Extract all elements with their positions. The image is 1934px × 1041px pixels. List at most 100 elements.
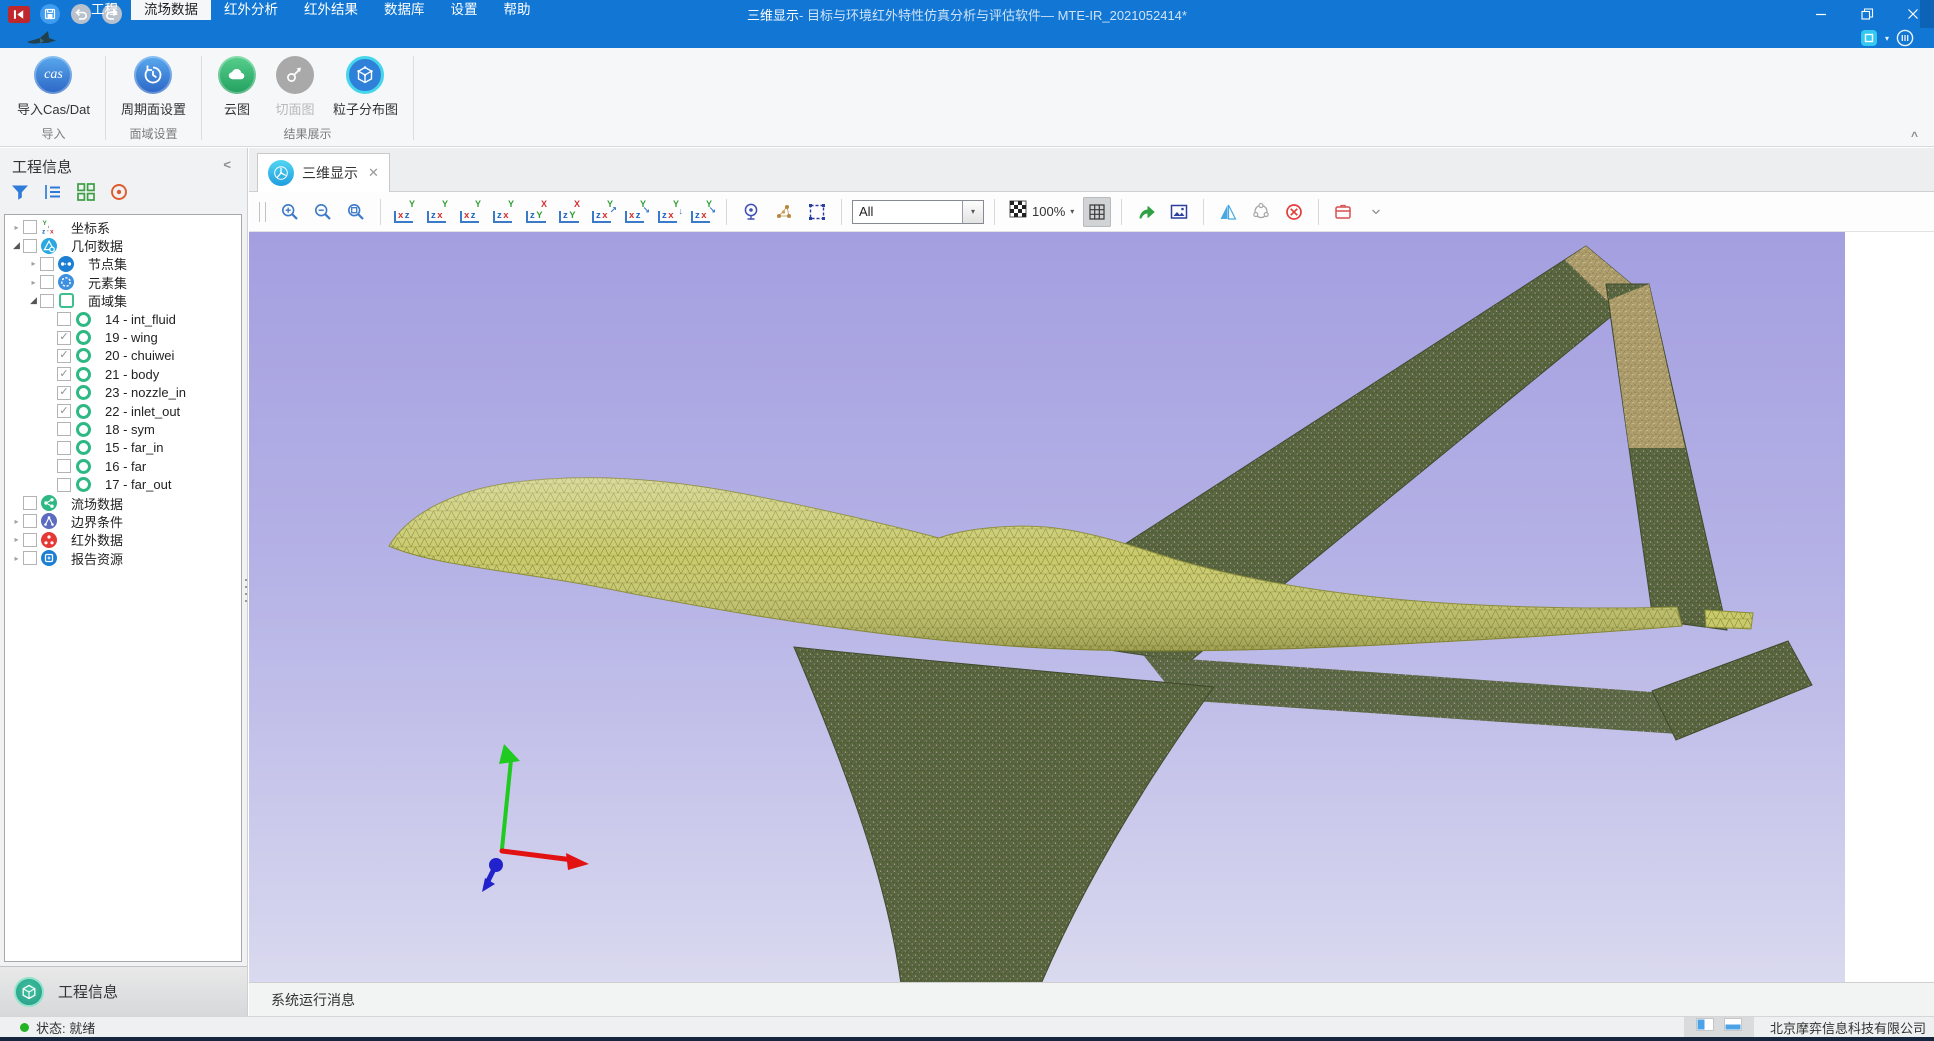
view-left-button[interactable]: Yxz bbox=[457, 199, 485, 225]
tree-row-4[interactable]: ◢面域集 bbox=[5, 292, 241, 310]
tree-checkbox[interactable] bbox=[57, 459, 71, 473]
layout-bottom-button[interactable] bbox=[1724, 1018, 1742, 1036]
tree-row-18[interactable]: ▸报告资源 bbox=[5, 549, 241, 567]
viewport-3d[interactable] bbox=[249, 232, 1845, 982]
tree-row-7[interactable]: ✓20 - chuiwei bbox=[5, 347, 241, 365]
tree-row-10[interactable]: ✓22 - inlet_out bbox=[5, 402, 241, 420]
menu-tab-4[interactable]: 数据库 bbox=[371, 0, 438, 20]
panel-collapse-icon[interactable]: < bbox=[223, 157, 231, 172]
tree-checkbox[interactable] bbox=[40, 275, 54, 289]
snapshot-button[interactable] bbox=[1165, 197, 1193, 227]
tab-close-icon[interactable]: ✕ bbox=[368, 165, 379, 181]
probe-button[interactable] bbox=[737, 197, 765, 227]
tree-row-14[interactable]: 17 - far_out bbox=[5, 475, 241, 493]
menu-tab-6[interactable]: 帮助 bbox=[491, 0, 544, 20]
menu-tab-2[interactable]: 红外分析 bbox=[211, 0, 291, 20]
theme-dropdown[interactable]: ▾ bbox=[1885, 34, 1889, 43]
zoom-in-button[interactable] bbox=[276, 197, 304, 227]
tree-row-5[interactable]: 14 - int_fluid bbox=[5, 310, 241, 328]
view-iso-3-button[interactable]: Yzx↓ bbox=[655, 199, 683, 225]
ribbon-button-particle-distribution[interactable]: 粒子分布图 bbox=[324, 53, 407, 122]
account-button[interactable] bbox=[1896, 29, 1914, 47]
tree-checkbox[interactable] bbox=[23, 239, 37, 253]
tree-row-1[interactable]: ◢几何数据 bbox=[5, 236, 241, 254]
tree-checkbox[interactable]: ✓ bbox=[57, 367, 71, 381]
zoom-out-button[interactable] bbox=[309, 197, 337, 227]
tree-expand-icon[interactable]: ▸ bbox=[11, 517, 22, 526]
ribbon-collapse-icon[interactable]: ^ bbox=[1911, 129, 1918, 143]
tree-row-11[interactable]: 18 - sym bbox=[5, 420, 241, 438]
tree-row-13[interactable]: 16 - far bbox=[5, 457, 241, 475]
ribbon-button-section-plane[interactable]: 切面图 bbox=[266, 53, 324, 122]
tree-expand-icon[interactable]: ◢ bbox=[28, 295, 39, 306]
tree-checkbox[interactable] bbox=[40, 257, 54, 271]
tree-checkbox[interactable] bbox=[57, 441, 71, 455]
tree-row-2[interactable]: ▸节点集 bbox=[5, 255, 241, 273]
view-right-button[interactable]: Yzx bbox=[490, 199, 518, 225]
tree-checkbox[interactable] bbox=[23, 514, 37, 528]
tree-checkbox[interactable]: ✓ bbox=[57, 349, 71, 363]
tree-row-12[interactable]: 15 - far_in bbox=[5, 439, 241, 457]
tree-checkbox[interactable] bbox=[57, 478, 71, 492]
tree-row-0[interactable]: ▸Yzx坐标系 bbox=[5, 218, 241, 236]
menu-tab-0[interactable]: 工程 bbox=[78, 0, 131, 20]
tree-checkbox[interactable] bbox=[23, 496, 37, 510]
tree-expand-icon[interactable]: ▸ bbox=[11, 554, 22, 563]
clip-box-button[interactable] bbox=[1329, 197, 1357, 227]
minimize-button[interactable] bbox=[1812, 5, 1830, 23]
export-view-button[interactable] bbox=[1132, 197, 1160, 227]
nodes-display-button[interactable] bbox=[770, 197, 798, 227]
group-view-button[interactable] bbox=[75, 181, 97, 203]
clip-box-dropdown[interactable] bbox=[1362, 197, 1390, 227]
tree-checkbox[interactable]: ✓ bbox=[57, 331, 71, 345]
mesh-display-button[interactable] bbox=[1247, 197, 1275, 227]
tree-checkbox[interactable] bbox=[23, 220, 37, 234]
tree-row-6[interactable]: ✓19 - wing bbox=[5, 328, 241, 346]
menu-tab-3[interactable]: 红外结果 bbox=[291, 0, 371, 20]
tree-checkbox[interactable]: ✓ bbox=[57, 386, 71, 400]
layout-left-button[interactable] bbox=[1696, 1018, 1714, 1036]
tree-checkbox[interactable]: ✓ bbox=[57, 404, 71, 418]
view-front-button[interactable]: Yxz bbox=[391, 199, 419, 225]
tree-checkbox[interactable] bbox=[23, 551, 37, 565]
zoom-percent-control[interactable]: 100%▾ bbox=[1005, 200, 1078, 223]
view-iso-2-button[interactable]: Yxz↘ bbox=[622, 199, 650, 225]
tree-row-17[interactable]: ▸红外数据 bbox=[5, 531, 241, 549]
outline-button[interactable] bbox=[42, 181, 64, 203]
view-iso-1-button[interactable]: Yzx↗ bbox=[589, 199, 617, 225]
cancel-button[interactable] bbox=[1280, 197, 1308, 227]
view-iso-4-button[interactable]: Yzx↘ bbox=[688, 199, 716, 225]
toolbar-drag-handle[interactable] bbox=[259, 202, 266, 222]
tree-checkbox[interactable] bbox=[57, 422, 71, 436]
display-filter-combo[interactable]: All▾ bbox=[852, 200, 984, 224]
zoom-caret-icon[interactable]: ▾ bbox=[1070, 207, 1074, 216]
tree-expand-icon[interactable]: ▸ bbox=[28, 278, 39, 287]
tree-expand-icon[interactable]: ▸ bbox=[28, 259, 39, 268]
tree-row-3[interactable]: ▸元素集 bbox=[5, 273, 241, 291]
tree-checkbox[interactable] bbox=[23, 533, 37, 547]
view-top-button[interactable]: XzY bbox=[523, 199, 551, 225]
combo-dropdown-icon[interactable]: ▾ bbox=[962, 201, 983, 223]
view-bottom-button[interactable]: XzY bbox=[556, 199, 584, 225]
menu-tab-1[interactable]: 流场数据 bbox=[131, 0, 211, 20]
view-back-button[interactable]: Yzx bbox=[424, 199, 452, 225]
tree-row-16[interactable]: ▸边界条件 bbox=[5, 512, 241, 530]
box-select-button[interactable] bbox=[803, 197, 831, 227]
tree-expand-icon[interactable]: ▸ bbox=[11, 223, 22, 232]
tree-expand-icon[interactable]: ◢ bbox=[11, 240, 22, 251]
filter-button[interactable] bbox=[9, 181, 31, 203]
mirror-button[interactable] bbox=[1214, 197, 1242, 227]
tree-row-8[interactable]: ✓21 - body bbox=[5, 365, 241, 383]
restore-button[interactable] bbox=[1858, 5, 1876, 23]
ribbon-button-periodic-face[interactable]: 周期面设置 bbox=[112, 53, 195, 122]
ribbon-button-contour-cloud[interactable]: 云图 bbox=[208, 53, 266, 122]
locate-button[interactable] bbox=[108, 181, 130, 203]
tab-3d-view[interactable]: 三维显示 ✕ bbox=[257, 153, 390, 192]
menu-tab-5[interactable]: 设置 bbox=[438, 0, 491, 20]
tree-checkbox[interactable] bbox=[57, 312, 71, 326]
ribbon-button-cas-import[interactable]: cas导入Cas/Dat bbox=[8, 53, 99, 122]
tree-row-9[interactable]: ✓23 - nozzle_in bbox=[5, 384, 241, 402]
zoom-window-button[interactable] bbox=[342, 197, 370, 227]
panel-footer[interactable]: 工程信息 bbox=[0, 966, 248, 1016]
mesh-toggle-button[interactable] bbox=[1083, 197, 1111, 227]
